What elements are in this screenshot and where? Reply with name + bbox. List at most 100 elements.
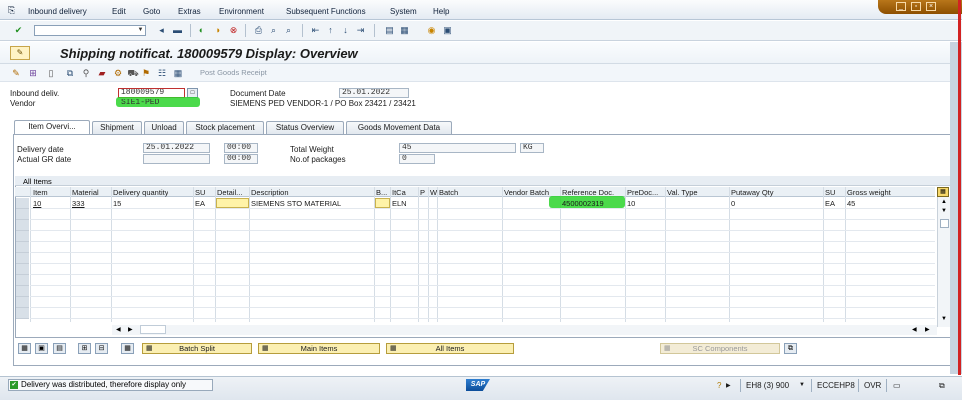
- cell-description[interactable]: SIEMENS STO MATERIAL: [251, 199, 341, 208]
- total-weight-field[interactable]: 45: [399, 143, 516, 153]
- print-icon[interactable]: ⎙: [253, 25, 264, 36]
- row-selector[interactable]: [16, 308, 29, 319]
- chevron-down-icon[interactable]: ▼: [799, 382, 805, 388]
- delivery-date-field[interactable]: 25.01.2022: [143, 143, 210, 153]
- cell-itca[interactable]: ELN: [392, 199, 407, 208]
- row-selector[interactable]: [16, 264, 29, 275]
- lock-icon[interactable]: ▭: [893, 381, 901, 390]
- item-details-icon[interactable]: ☷: [156, 67, 168, 79]
- col-batch[interactable]: Batch: [439, 188, 458, 197]
- cell-reference-doc[interactable]: 4500002319: [562, 199, 604, 208]
- info-icon[interactable]: ?: [717, 381, 721, 390]
- restore-icon[interactable]: ▫: [911, 2, 921, 11]
- display-change-icon[interactable]: ✎: [10, 67, 22, 79]
- cell-detail-button[interactable]: [216, 198, 249, 208]
- col-itca[interactable]: ItCa: [392, 188, 406, 197]
- menu-help[interactable]: Help: [433, 7, 449, 16]
- col-predoc[interactable]: PreDoc...: [627, 188, 658, 197]
- delivery-time-field[interactable]: 00:00: [224, 143, 258, 153]
- main-items-button[interactable]: ▦ Main Items: [258, 343, 380, 354]
- batch-split-button[interactable]: ▦ Batch Split: [142, 343, 252, 354]
- grid-icon[interactable]: ▦: [172, 67, 184, 79]
- col-val-type[interactable]: Val. Type: [667, 188, 698, 197]
- scroll-thumb[interactable]: [140, 325, 166, 334]
- chevron-down-icon[interactable]: ▶: [726, 382, 731, 389]
- scroll-right-icon[interactable]: ▶: [128, 326, 133, 333]
- expand-icon[interactable]: ⧉: [784, 343, 797, 354]
- menu-environment[interactable]: Environment: [219, 7, 264, 16]
- texts-icon[interactable]: ▰: [96, 67, 108, 79]
- enter-icon[interactable]: ✔: [13, 25, 24, 36]
- partner-icon[interactable]: ⚲: [80, 67, 92, 79]
- tab-item-overview[interactable]: Item Overvi...: [14, 120, 90, 135]
- cell-su[interactable]: EA: [195, 199, 205, 208]
- cell-predoc[interactable]: 10: [627, 199, 635, 208]
- row-selector[interactable]: [16, 275, 29, 286]
- scroll-right-icon[interactable]: ▶: [925, 326, 930, 333]
- new-session-icon[interactable]: ▤: [384, 25, 395, 36]
- cell-putaway[interactable]: 0: [731, 199, 735, 208]
- row-selector[interactable]: [16, 220, 29, 231]
- scroll-up-icon[interactable]: ▲: [941, 199, 947, 205]
- menu-edit[interactable]: Edit: [112, 7, 126, 16]
- help-icon[interactable]: ◉: [426, 25, 437, 36]
- post-goods-receipt-button[interactable]: Post Goods Receipt: [200, 68, 267, 77]
- packages-field[interactable]: 0: [399, 154, 435, 164]
- sc-components-button[interactable]: ▦ SC Components: [660, 343, 780, 354]
- row-selector[interactable]: [16, 198, 29, 209]
- pack-icon[interactable]: ⚑: [140, 67, 152, 79]
- shortcut-icon[interactable]: ▦: [399, 25, 410, 36]
- display-change-icon[interactable]: ✎: [10, 46, 30, 60]
- cell-material[interactable]: 333: [72, 199, 85, 208]
- col-vendor-batch[interactable]: Vendor Batch: [504, 188, 549, 197]
- vehicle-icon[interactable]: ⛟: [127, 67, 139, 79]
- menu-goto[interactable]: Goto: [143, 7, 160, 16]
- cell-qty[interactable]: 15: [113, 199, 121, 208]
- row-selector[interactable]: [16, 231, 29, 242]
- scroll-left-icon[interactable]: ◀: [912, 326, 917, 333]
- horizontal-scrollbar[interactable]: ◀ ▶ ◀ ▶: [112, 325, 937, 335]
- insert-row-icon[interactable]: ⊞: [78, 343, 91, 354]
- row-selector[interactable]: [16, 209, 29, 220]
- vendor-field[interactable]: SIE1-PED: [118, 98, 185, 107]
- status-message[interactable]: Delivery was distributed, therefore disp…: [8, 379, 213, 391]
- find-next-icon[interactable]: ⌕: [283, 25, 294, 36]
- command-field[interactable]: [34, 25, 146, 36]
- save-icon[interactable]: ▬: [172, 25, 183, 36]
- actual-gr-time-field[interactable]: 00:00: [224, 154, 258, 164]
- block-icon[interactable]: ▤: [53, 343, 66, 354]
- cell-item[interactable]: 10: [33, 199, 41, 208]
- tab-stock-placement[interactable]: Stock placement: [186, 121, 264, 134]
- col-gross-weight[interactable]: Gross weight: [847, 188, 891, 197]
- select-all-icon[interactable]: ▦: [18, 343, 31, 354]
- col-material[interactable]: Material: [72, 188, 99, 197]
- details-icon[interactable]: ▦: [121, 343, 134, 354]
- col-delivery-quantity[interactable]: Delivery quantity: [113, 188, 168, 197]
- all-items-button[interactable]: ▦ All Items: [386, 343, 514, 354]
- deselect-all-icon[interactable]: ▣: [35, 343, 48, 354]
- menu-system[interactable]: System: [390, 7, 417, 16]
- minimize-icon[interactable]: _: [896, 2, 906, 11]
- first-page-icon[interactable]: ⇤: [310, 25, 321, 36]
- col-p[interactable]: P: [420, 188, 425, 197]
- header-icon[interactable]: ⧉: [64, 67, 76, 79]
- tab-status-overview[interactable]: Status Overview: [266, 121, 344, 134]
- tab-goods-movement-data[interactable]: Goods Movement Data: [346, 121, 452, 134]
- chevron-down-icon[interactable]: ▼: [136, 26, 145, 35]
- col-item[interactable]: Item: [33, 188, 48, 197]
- cell-batch-split-button[interactable]: [375, 198, 390, 208]
- cancel-icon[interactable]: ⊗: [228, 25, 239, 36]
- col-batch-split[interactable]: B...: [376, 188, 387, 197]
- close-icon[interactable]: ×: [926, 2, 936, 11]
- col-description[interactable]: Description: [251, 188, 289, 197]
- find-icon[interactable]: ⌕: [268, 25, 279, 36]
- save-history-icon[interactable]: ◂: [156, 25, 167, 36]
- menu-subsequent-functions[interactable]: Subsequent Functions: [286, 7, 366, 16]
- col-su-2[interactable]: SU: [825, 188, 835, 197]
- menu-inbound-delivery[interactable]: Inbound delivery: [28, 7, 87, 16]
- layout-icon[interactable]: ▣: [442, 25, 453, 36]
- back-icon[interactable]: ◐: [196, 25, 207, 36]
- scroll-thumb[interactable]: [940, 219, 949, 228]
- vertical-scrollbar[interactable]: ▲ ▼ ▼: [937, 197, 950, 327]
- row-selector[interactable]: [16, 297, 29, 308]
